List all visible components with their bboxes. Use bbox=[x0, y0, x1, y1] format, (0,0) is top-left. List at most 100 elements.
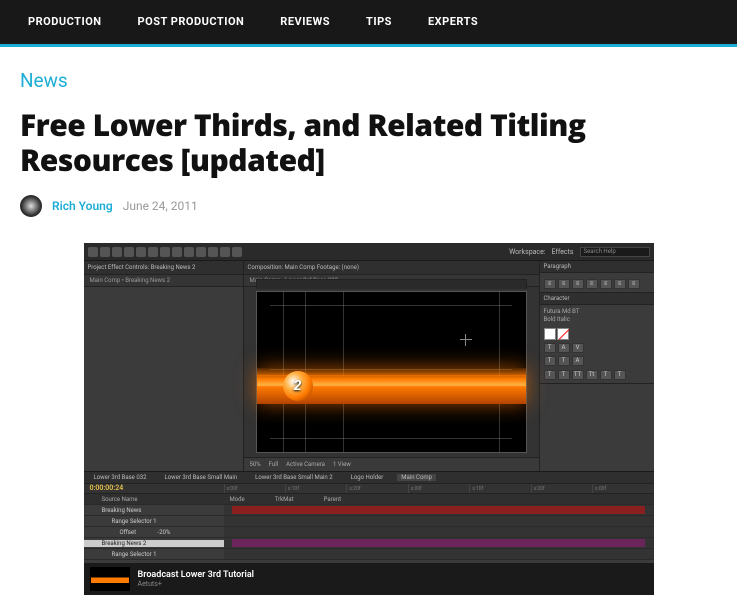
timeline-tab: Lower 3rd Base Small Main 2 bbox=[251, 474, 336, 481]
workspace-value: Effects bbox=[552, 248, 574, 256]
timeline-tab: Lower 3rd Base Small Main bbox=[160, 474, 241, 481]
timeline-tab: Logo Holder bbox=[347, 474, 388, 481]
paragraph-header: Paragraph bbox=[540, 261, 654, 273]
tool-puppet-icon bbox=[232, 247, 242, 257]
superscript-icon: T bbox=[600, 370, 612, 380]
col-mode: Mode bbox=[230, 496, 245, 503]
time-mark: s:10f bbox=[469, 484, 530, 493]
anchor-crosshair-icon bbox=[460, 334, 472, 346]
bold-icon: T bbox=[544, 370, 556, 380]
tool-brush-icon bbox=[196, 247, 206, 257]
article-figure: Workspace: Effects Search Help Project E… bbox=[84, 243, 654, 595]
smallcaps-icon: Tt bbox=[586, 370, 598, 380]
article-title: Free Lower Thirds, and Related Titling R… bbox=[20, 108, 717, 177]
zoom-value: 50% bbox=[250, 461, 261, 468]
author-avatar[interactable] bbox=[20, 195, 42, 217]
current-timecode: 0:00:00:24 bbox=[90, 484, 124, 492]
search-help-input: Search Help bbox=[580, 247, 650, 257]
after-effects-screenshot: Workspace: Effects Search Help Project E… bbox=[84, 243, 654, 563]
fill-swatch bbox=[544, 328, 556, 340]
timeline-tab: Lower 3rd Base 032 bbox=[90, 474, 151, 481]
workspace-label: Workspace: bbox=[509, 248, 545, 256]
video-title[interactable]: Broadcast Lower 3rd Tutorial bbox=[138, 570, 255, 580]
tool-clone-icon bbox=[208, 247, 218, 257]
composition-panel: Composition: Main Comp Footage: (none) M… bbox=[244, 261, 539, 471]
timeline-panel: Lower 3rd Base 032 Lower 3rd Base Small … bbox=[84, 471, 654, 563]
layer-row: Range Selector 1 bbox=[84, 549, 654, 560]
justify-all-icon: ≡ bbox=[628, 279, 640, 289]
leading-icon: A bbox=[558, 343, 570, 353]
article-main: News Free Lower Thirds, and Related Titl… bbox=[0, 44, 737, 595]
project-panel: Project Effect Controls: Breaking News 2… bbox=[84, 261, 244, 471]
video-thumbnail[interactable] bbox=[90, 567, 130, 591]
tool-pen-icon bbox=[172, 247, 182, 257]
italic-icon: T bbox=[558, 370, 570, 380]
col-parent: Parent bbox=[324, 496, 341, 503]
font-style: Bold Italic bbox=[544, 316, 650, 324]
nav-reviews[interactable]: REVIEWS bbox=[280, 15, 330, 28]
layer-name: Range Selector 1 bbox=[84, 518, 224, 525]
font-name: Futura Md BT bbox=[544, 308, 650, 316]
tool-zoom-icon bbox=[112, 247, 122, 257]
ae-toolbar: Workspace: Effects Search Help bbox=[84, 243, 654, 261]
nav-experts[interactable]: EXPERTS bbox=[428, 15, 478, 28]
col-source: Source Name bbox=[102, 496, 138, 503]
hscale-icon: T bbox=[558, 356, 570, 366]
layer-name: Breaking News bbox=[84, 507, 224, 514]
nav-production[interactable]: PRODUCTION bbox=[28, 15, 102, 28]
stroke-swatch bbox=[557, 328, 569, 340]
time-mark: s:20f bbox=[531, 484, 592, 493]
justify-center-icon: ≡ bbox=[600, 279, 612, 289]
layer-row: Range Selector 1 bbox=[84, 516, 654, 527]
article-meta: Rich Young June 24, 2011 bbox=[20, 195, 717, 217]
timeline-header-row: Source Name Mode TrkMat Parent bbox=[84, 494, 654, 505]
justify-right-icon: ≡ bbox=[614, 279, 626, 289]
tool-type-icon bbox=[184, 247, 194, 257]
tool-pan-behind-icon bbox=[148, 247, 158, 257]
time-mark: s:10f bbox=[285, 484, 346, 493]
category-link[interactable]: News bbox=[20, 69, 717, 92]
time-mark: s:00f bbox=[592, 484, 653, 493]
subscript-icon: T bbox=[614, 370, 626, 380]
tool-selection-icon bbox=[88, 247, 98, 257]
layer-name-selected: Breaking News 2 bbox=[84, 540, 224, 547]
timeline-ruler: 0:00:00:24 s:00f s:10f s:20f s:00f s:10f… bbox=[84, 484, 654, 494]
resolution-value: Full bbox=[269, 461, 278, 468]
time-mark: s:00f bbox=[224, 484, 285, 493]
tool-eraser-icon bbox=[220, 247, 230, 257]
camera-value: Active Camera bbox=[286, 461, 325, 468]
top-nav: PRODUCTION POST PRODUCTION REVIEWS TIPS … bbox=[0, 0, 737, 42]
tool-camera-icon bbox=[136, 247, 146, 257]
kerning-icon: V bbox=[572, 343, 584, 353]
offset-value: -20% bbox=[158, 529, 171, 536]
left-panel-sub: Main Comp • Breaking News 2 bbox=[84, 275, 243, 287]
tool-mask-icon bbox=[160, 247, 170, 257]
timeline-tab-active: Main Comp bbox=[397, 474, 436, 481]
nav-tips[interactable]: TIPS bbox=[366, 15, 392, 28]
timeline-tabs: Lower 3rd Base 032 Lower 3rd Base Small … bbox=[84, 472, 654, 484]
caps-icon: TT bbox=[572, 370, 584, 380]
layer-name: Range Selector 1 bbox=[84, 551, 224, 558]
author-link[interactable]: Rich Young bbox=[52, 199, 113, 213]
channel-badge: 2 bbox=[283, 371, 313, 401]
lower-third-graphic: 2 bbox=[257, 368, 526, 404]
nav-post-production[interactable]: POST PRODUCTION bbox=[138, 15, 245, 28]
vscale-icon: T bbox=[544, 356, 556, 366]
view-value: 1 View bbox=[333, 461, 351, 468]
layer-row: Offset -20% bbox=[84, 527, 654, 538]
tool-hand-icon bbox=[100, 247, 110, 257]
time-mark: s:00f bbox=[408, 484, 469, 493]
align-left-icon: ≡ bbox=[544, 279, 556, 289]
time-mark: s:20f bbox=[346, 484, 407, 493]
col-trkmat: TrkMat bbox=[275, 496, 294, 503]
align-right-icon: ≡ bbox=[572, 279, 584, 289]
layer-name: Offset bbox=[120, 529, 137, 536]
align-center-icon: ≡ bbox=[558, 279, 570, 289]
baseline-icon: A bbox=[572, 356, 584, 366]
tool-rotate-icon bbox=[124, 247, 134, 257]
paragraph-panel: Paragraph ≡ ≡ ≡ ≡ ≡ ≡ ≡ bbox=[540, 261, 654, 293]
justify-left-icon: ≡ bbox=[586, 279, 598, 289]
video-author: Aetuts+ bbox=[138, 580, 255, 588]
layer-row: Breaking News bbox=[84, 505, 654, 516]
composition-viewer: 2 bbox=[256, 291, 527, 453]
